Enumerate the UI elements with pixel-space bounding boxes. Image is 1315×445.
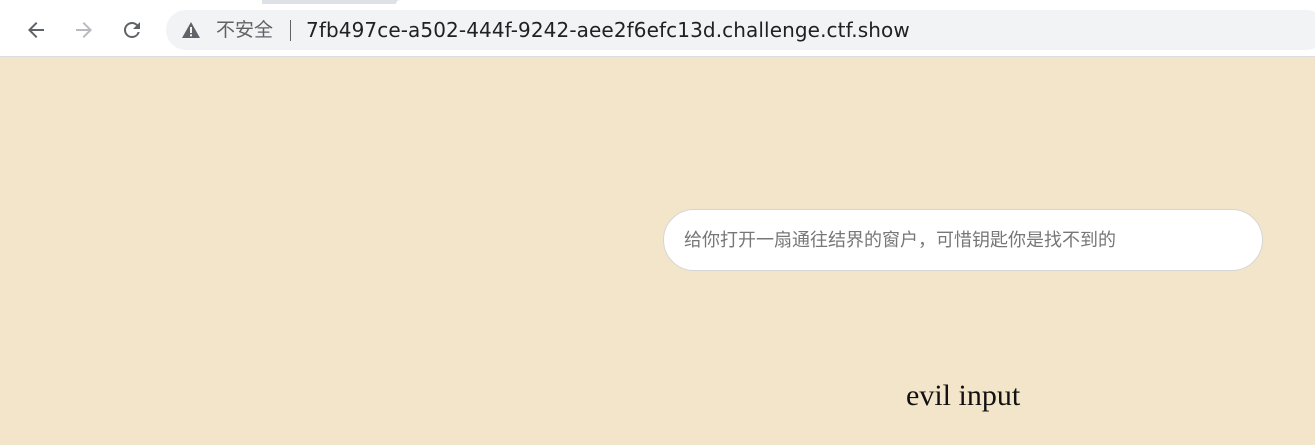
arrow-left-icon	[28, 22, 44, 38]
tab-strip	[0, 0, 1315, 4]
security-status-label[interactable]: 不安全	[216, 19, 273, 41]
tab-edge	[396, 0, 1315, 4]
back-button[interactable]	[20, 14, 52, 46]
omnibox-divider	[290, 20, 291, 41]
address-bar[interactable]: 不安全 7fb497ce-a502-444f-9242-aee2f6efc13d…	[166, 10, 1315, 50]
tab-active-edge	[0, 0, 262, 4]
message-text: evil input	[906, 379, 1021, 412]
reload-button[interactable]	[116, 14, 148, 46]
browser-toolbar: 不安全 7fb497ce-a502-444f-9242-aee2f6efc13d…	[0, 0, 1315, 57]
arrow-right-icon	[76, 22, 92, 38]
warning-triangle-icon[interactable]	[181, 21, 201, 39]
reload-icon	[124, 22, 140, 38]
search-input[interactable]	[663, 209, 1263, 271]
forward-button[interactable]	[68, 14, 100, 46]
url-text[interactable]: 7fb497ce-a502-444f-9242-aee2f6efc13d.cha…	[306, 19, 910, 41]
